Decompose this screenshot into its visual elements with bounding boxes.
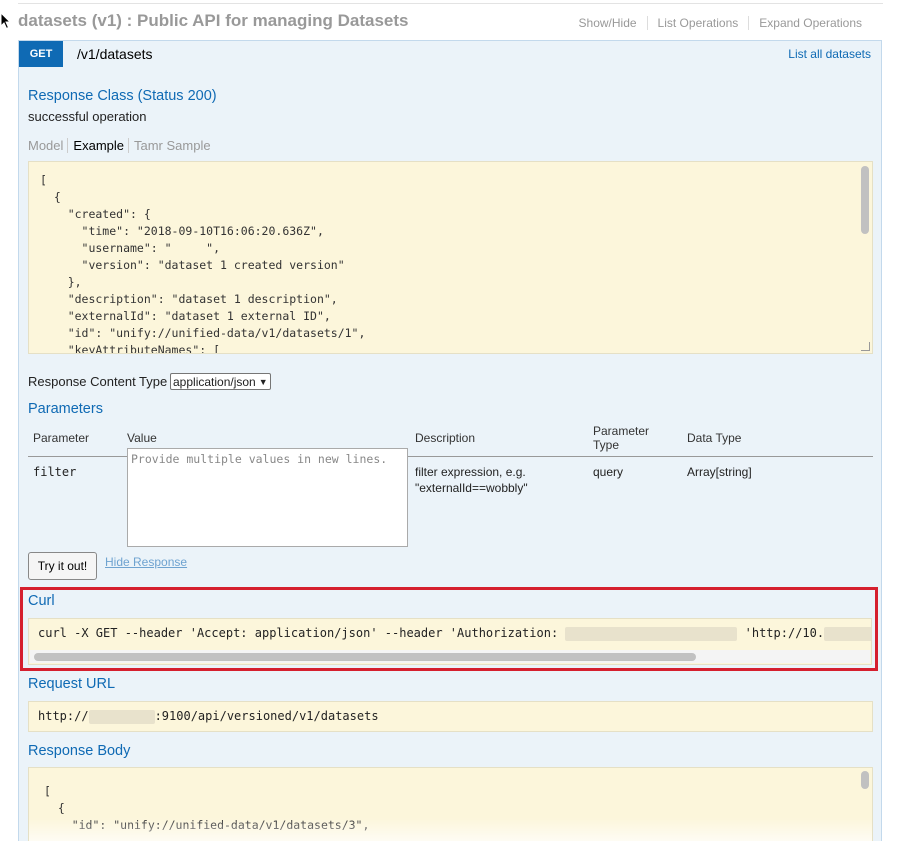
operation-summary[interactable]: List all datasets: [788, 47, 871, 61]
filter-input[interactable]: Provide multiple values in new lines.: [127, 448, 408, 547]
parameters-heading: Parameters: [28, 401, 103, 417]
example-code-box[interactable]: [ { "created": { "time": "2018-09-10T16:…: [28, 161, 873, 354]
response-body-heading: Response Body: [28, 743, 131, 759]
hide-response-link[interactable]: Hide Response: [105, 555, 187, 569]
request-url-prefix: http://: [38, 709, 89, 723]
resize-handle-icon[interactable]: [861, 342, 870, 351]
param-description-line1: filter expression, e.g.: [415, 465, 526, 479]
response-class-description: successful operation: [28, 109, 147, 124]
response-content-type-select[interactable]: application/json ▼: [170, 373, 271, 390]
param-description: filter expression, e.g. "externalId==wob…: [410, 457, 588, 504]
param-name: filter: [33, 465, 77, 479]
col-description: Description: [410, 420, 588, 457]
resource-header: datasets (v1) : Public API for managing …: [18, 8, 882, 38]
response-body-box[interactable]: [ { "id": "unify://unified-data/v1/datas…: [28, 767, 873, 841]
example-json: [ { "created": { "time": "2018-09-10T16:…: [40, 173, 366, 354]
show-hide-link[interactable]: Show/Hide: [569, 16, 647, 30]
resource-links: Show/Hide List Operations Expand Operati…: [569, 16, 872, 30]
resource-title[interactable]: datasets (v1) : Public API for managing …: [18, 11, 408, 31]
operation-header[interactable]: GET /v1/datasets List all datasets: [19, 41, 881, 67]
chevron-down-icon: ▼: [258, 376, 268, 387]
tab-tamr-sample[interactable]: Tamr Sample: [134, 138, 215, 153]
response-body-scrollbar[interactable]: [861, 771, 869, 789]
redacted-host: [88, 709, 155, 724]
highlight-box: [20, 587, 878, 671]
model-tabs: Model Example Tamr Sample: [28, 138, 220, 153]
col-parameter: Parameter: [28, 420, 122, 457]
fade-overlay: [29, 818, 872, 841]
request-url-suffix: :9100/api/versioned/v1/datasets: [154, 709, 379, 723]
operation-path[interactable]: /v1/datasets: [77, 46, 153, 62]
param-description-line2: "externalId==wobbly": [415, 481, 528, 495]
expand-operations-link[interactable]: Expand Operations: [748, 16, 872, 30]
param-type: query: [593, 465, 624, 479]
request-url-heading: Request URL: [28, 676, 116, 692]
param-data-type: Array[string]: [687, 465, 752, 479]
tab-model[interactable]: Model: [28, 138, 69, 153]
response-class-heading: Response Class (Status 200): [28, 88, 217, 104]
response-content-type-label: Response Content Type: [28, 374, 168, 389]
request-url: http:// :9100/api/versioned/v1/datasets: [38, 709, 379, 724]
list-operations-link[interactable]: List Operations: [646, 16, 749, 30]
http-method-badge[interactable]: GET: [19, 41, 63, 67]
col-data-type: Data Type: [682, 420, 873, 457]
request-url-box[interactable]: http:// :9100/api/versioned/v1/datasets: [28, 701, 873, 732]
try-it-out-button[interactable]: Try it out!: [28, 552, 97, 580]
divider: [18, 3, 883, 4]
col-parameter-type: Parameter Type: [588, 420, 682, 457]
operation-panel: GET /v1/datasets List all datasets Respo…: [18, 40, 882, 841]
select-value: application/json: [173, 374, 256, 389]
mouse-cursor-icon: [0, 12, 12, 30]
example-scrollbar[interactable]: [861, 166, 869, 234]
tab-example[interactable]: Example: [73, 138, 129, 153]
